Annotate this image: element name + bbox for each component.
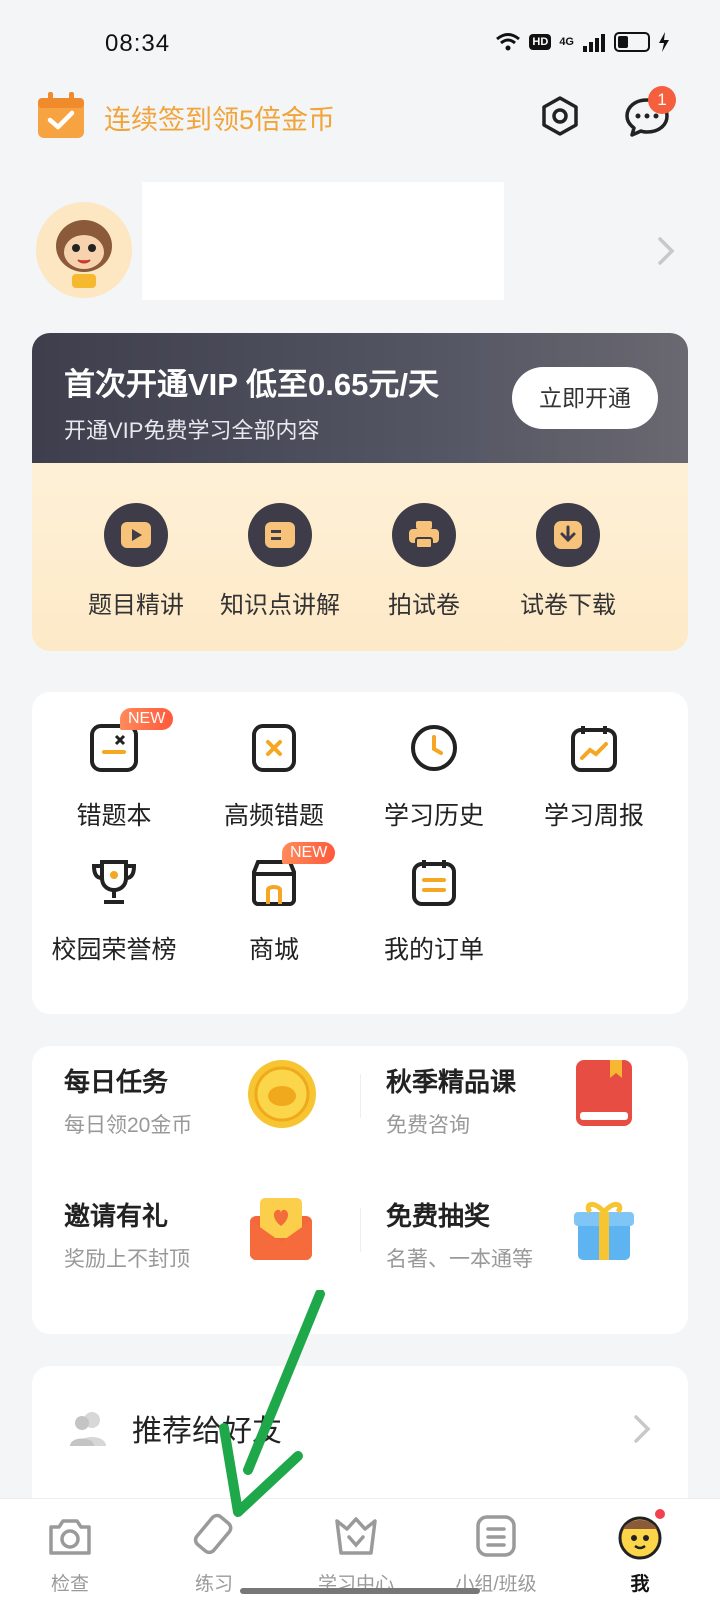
tool-label: 商城 — [248, 936, 299, 964]
charging-icon — [659, 32, 669, 52]
nav-practice[interactable]: 练习 — [154, 1511, 274, 1596]
task-lottery[interactable]: 免费抽奖 名著、一本通等 — [386, 1196, 533, 1273]
chevron-right-icon[interactable] — [656, 236, 676, 266]
tool-history[interactable]: 学习历史 — [352, 722, 516, 832]
camera-icon — [45, 1511, 95, 1561]
card-icon — [248, 503, 312, 567]
download-icon — [536, 503, 600, 567]
task-invite[interactable]: 邀请有礼 奖励上不封顶 — [64, 1196, 190, 1273]
order-icon — [408, 856, 460, 908]
tool-label: 学习周报 — [543, 802, 644, 830]
avatar[interactable] — [36, 202, 132, 298]
vip-feature-explain[interactable]: 题目精讲 — [66, 503, 206, 620]
task-title: 邀请有礼 — [64, 1201, 169, 1231]
trophy-icon — [88, 856, 140, 908]
vip-subtitle: 开通VIP免费学习全部内容 — [64, 418, 320, 443]
vip-feature-label: 知识点讲解 — [220, 592, 340, 619]
vip-title: 首次开通VIP 低至0.65元/天 — [64, 367, 439, 402]
calendar-check-icon[interactable] — [36, 92, 86, 140]
message-count-badge: 1 — [648, 86, 676, 114]
recommend-label: 推荐给好友 — [132, 1415, 282, 1448]
task-subtitle: 奖励上不封顶 — [64, 1248, 190, 1271]
task-title: 秋季精品课 — [386, 1067, 517, 1097]
tool-weekly-report[interactable]: 学习周报 — [512, 722, 676, 832]
task-subtitle: 免费咨询 — [386, 1114, 470, 1137]
task-title: 免费抽奖 — [386, 1201, 491, 1231]
status-icons: HD 4G — [495, 32, 670, 52]
tool-honor-board[interactable]: 校园荣誉榜 — [32, 856, 196, 966]
weekly-report-icon — [568, 722, 620, 774]
checkin-text[interactable]: 连续签到领5倍金币 — [104, 98, 335, 137]
tool-label: 校园荣誉榜 — [51, 936, 177, 964]
vip-feature-label: 拍试卷 — [388, 592, 460, 619]
group-icon — [471, 1511, 521, 1561]
me-avatar-icon — [615, 1507, 667, 1561]
study-center-icon — [331, 1511, 381, 1561]
hd-badge: HD — [529, 34, 552, 50]
play-icon — [104, 503, 168, 567]
coin-icon[interactable] — [244, 1056, 320, 1132]
vip-feature-knowledge[interactable]: 知识点讲解 — [210, 503, 350, 620]
monkey-avatar-icon — [36, 202, 132, 298]
clock-icon — [408, 722, 460, 774]
tool-mistake-book[interactable]: 错题本 NEW — [32, 708, 196, 832]
signal-icon — [583, 34, 605, 52]
nav-me[interactable]: 我 — [580, 1507, 700, 1596]
vip-banner: 首次开通VIP 低至0.65元/天 开通VIP免费学习全部内容 立即开通 — [32, 333, 688, 463]
gift-icon[interactable] — [572, 1196, 636, 1262]
vip-feature-label: 试卷下载 — [520, 592, 616, 619]
wifi-icon — [496, 33, 521, 51]
task-daily[interactable]: 每日任务 每日领20金币 — [64, 1062, 192, 1139]
tool-label: 高频错题 — [223, 802, 324, 830]
task-title: 每日任务 — [64, 1067, 169, 1097]
vip-feature-label: 题目精讲 — [88, 592, 184, 619]
pencil-icon — [189, 1511, 239, 1561]
vip-card[interactable]: 首次开通VIP 低至0.65元/天 开通VIP免费学习全部内容 立即开通 题目精… — [32, 333, 688, 651]
nav-study-center[interactable]: 学习中心 — [296, 1511, 416, 1596]
nav-group-class[interactable]: 小组/班级 — [436, 1511, 556, 1596]
new-badge: NEW — [282, 842, 336, 864]
task-autumn-course[interactable]: 秋季精品课 免费咨询 — [386, 1062, 516, 1139]
tool-label: 我的订单 — [383, 936, 484, 964]
friends-icon — [70, 1412, 106, 1446]
nav-label: 检查 — [50, 1574, 89, 1595]
chevron-right-icon — [634, 1415, 651, 1443]
nav-check[interactable]: 检查 — [10, 1511, 130, 1596]
tool-frequent-mistake[interactable]: 高频错题 — [192, 722, 356, 832]
book-icon[interactable] — [574, 1058, 634, 1128]
task-divider — [360, 1074, 361, 1118]
tool-label: 错题本 — [76, 802, 152, 830]
new-badge: NEW — [120, 708, 174, 730]
home-indicator — [240, 1588, 480, 1594]
vip-feature-scan[interactable]: 拍试卷 — [354, 503, 494, 620]
notification-dot — [653, 1507, 667, 1521]
tool-label: 学习历史 — [383, 802, 484, 830]
frequent-mistake-icon — [248, 722, 300, 774]
vip-feature-download[interactable]: 试卷下载 — [498, 503, 638, 620]
bottom-nav: 检查 练习 学习中心 小组/班级 我 — [0, 1498, 720, 1600]
nav-label: 我 — [630, 1574, 650, 1595]
envelope-icon[interactable] — [246, 1196, 316, 1262]
tool-shop[interactable]: 商城 NEW — [192, 842, 356, 966]
settings-button[interactable] — [540, 96, 580, 136]
gear-icon — [542, 96, 578, 136]
network-label: 4G — [559, 36, 574, 48]
status-time: 08:34 — [105, 30, 171, 57]
profile-info-area[interactable] — [142, 182, 504, 300]
vip-open-button[interactable]: 立即开通 — [512, 367, 658, 429]
tools-card: 错题本 NEW 高频错题 学习历史 学习周报 校园荣誉榜 商城 NEW 我的订单 — [32, 692, 688, 1014]
task-subtitle: 名著、一本通等 — [386, 1248, 533, 1271]
battery-icon — [614, 32, 650, 52]
task-divider — [360, 1208, 361, 1252]
printer-icon — [392, 503, 456, 567]
task-subtitle: 每日领20金币 — [64, 1114, 193, 1137]
tool-my-orders[interactable]: 我的订单 — [352, 856, 516, 966]
tasks-card: 每日任务 每日领20金币 秋季精品课 免费咨询 邀请有礼 奖励上不封顶 免费抽奖… — [32, 1046, 688, 1334]
